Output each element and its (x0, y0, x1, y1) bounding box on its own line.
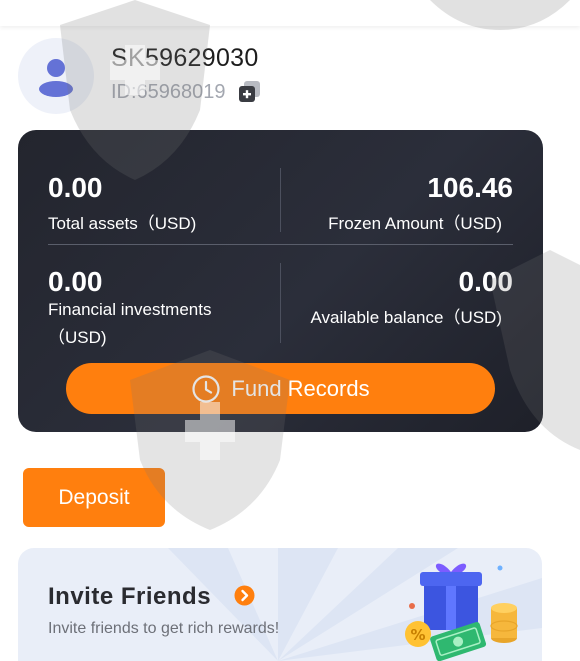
fund-records-button[interactable]: Fund Records (66, 363, 495, 414)
deposit-button[interactable]: Deposit (23, 468, 165, 527)
divider-horizontal (48, 244, 513, 245)
total-assets-label: Total assets（USD) (48, 214, 197, 233)
svg-text:%: % (410, 626, 425, 644)
user-icon (39, 59, 73, 97)
username: SK59629030 (111, 44, 259, 72)
financial-investments-label: Financial investments (48, 300, 212, 319)
clock-icon (192, 374, 221, 403)
financial-investments-value: 0.00 (48, 266, 103, 297)
chevron-right-icon (234, 585, 255, 606)
top-bar (0, 0, 580, 26)
divider-vertical-top (280, 168, 281, 232)
copy-icon[interactable] (238, 80, 262, 104)
fund-records-label: Fund Records (231, 375, 370, 401)
available-balance-value: 0.00 (458, 266, 514, 297)
financial-investments-unit: （USD) (48, 328, 107, 347)
total-assets-value: 0.00 (48, 172, 103, 203)
frozen-amount-label: Frozen Amount（USD) (328, 214, 502, 233)
available-balance-label: Available balance（USD) (310, 308, 502, 327)
assets-card: 0.00 Total assets（USD) 106.46 Frozen Amo… (18, 130, 543, 432)
gift-money-icon: % (405, 563, 518, 661)
invite-title: Invite Friends (48, 583, 212, 610)
frozen-amount-value: 106.46 (427, 172, 513, 203)
invite-friends-banner[interactable]: Invite Friends Invite friends to get ric… (18, 548, 542, 661)
divider-vertical-bottom (280, 263, 281, 343)
invite-subtitle: Invite friends to get rich rewards! (48, 620, 280, 637)
avatar (18, 38, 94, 114)
user-id: ID:65968019 (111, 81, 226, 103)
